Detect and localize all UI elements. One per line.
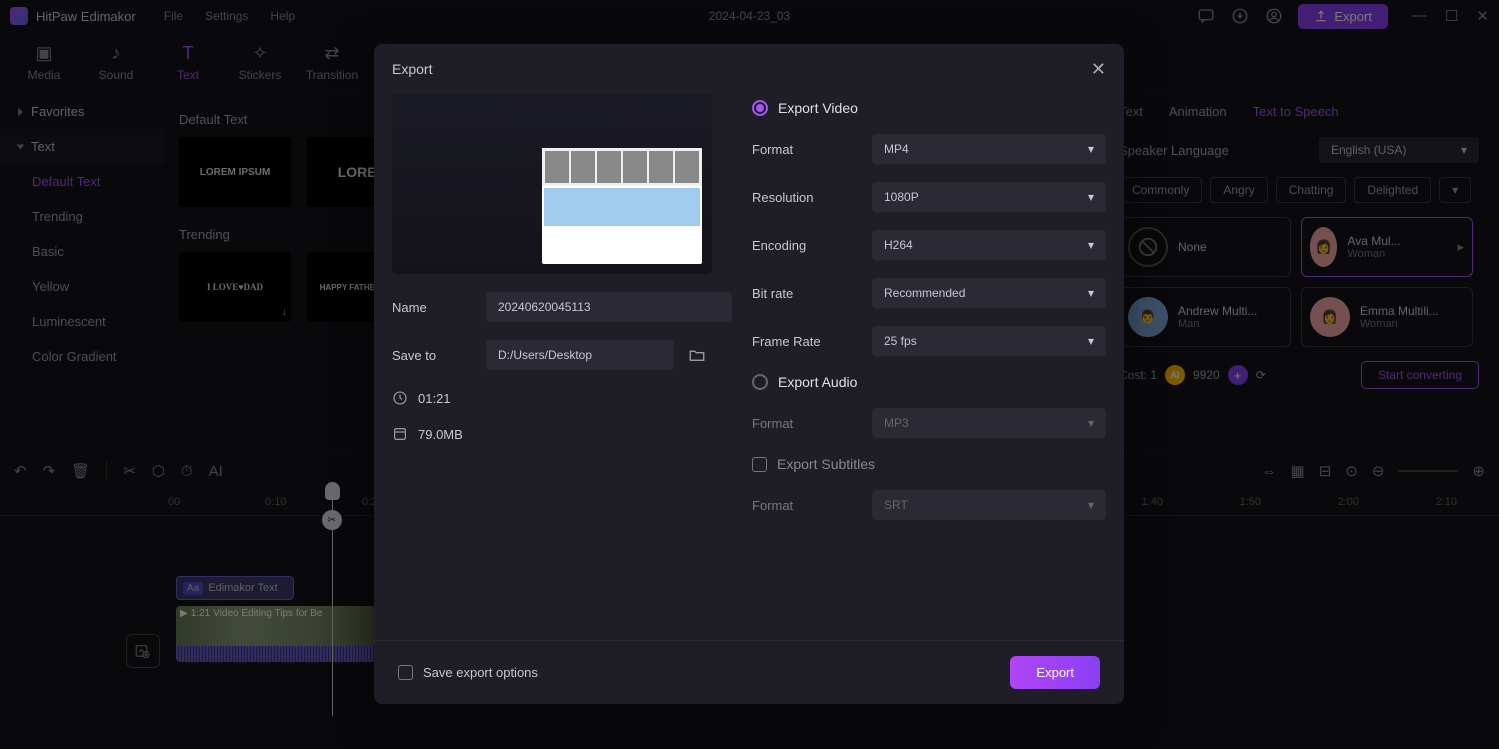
audio-format-label: Format <box>752 416 872 431</box>
export-subtitles-checkbox[interactable]: Export Subtitles <box>752 456 1106 472</box>
save-export-options-checkbox[interactable]: Save export options <box>398 665 538 680</box>
format-label: Format <box>752 142 872 157</box>
resolution-select[interactable]: 1080P▾ <box>872 182 1106 212</box>
chevron-down-icon: ▾ <box>1088 416 1094 430</box>
radio-on-icon <box>752 100 768 116</box>
radio-off-icon <box>752 374 768 390</box>
export-audio-radio[interactable]: Export Audio <box>752 374 1106 390</box>
filesize-icon <box>392 426 408 442</box>
name-label: Name <box>392 300 472 315</box>
sub-format-select: SRT▾ <box>872 490 1106 520</box>
chevron-down-icon: ▾ <box>1088 190 1094 204</box>
export-video-radio[interactable]: Export Video <box>752 100 1106 116</box>
framerate-select[interactable]: 25 fps▾ <box>872 326 1106 356</box>
chevron-down-icon: ▾ <box>1088 238 1094 252</box>
encoding-label: Encoding <box>752 238 872 253</box>
export-confirm-button[interactable]: Export <box>1010 656 1100 689</box>
resolution-label: Resolution <box>752 190 872 205</box>
export-modal: Export ✕ Name 20240620045113 Save to D:/… <box>374 44 1124 704</box>
modal-title: Export <box>392 61 432 77</box>
checkbox-icon <box>752 457 767 472</box>
saveto-label: Save to <box>392 348 472 363</box>
filesize-value: 79.0MB <box>418 427 463 442</box>
saveto-input[interactable]: D:/Users/Desktop <box>486 340 674 370</box>
chevron-down-icon: ▾ <box>1088 334 1094 348</box>
audio-format-select: MP3▾ <box>872 408 1106 438</box>
chevron-down-icon: ▾ <box>1088 286 1094 300</box>
chevron-down-icon: ▾ <box>1088 498 1094 512</box>
encoding-select[interactable]: H264▾ <box>872 230 1106 260</box>
clock-icon <box>392 390 408 406</box>
export-preview <box>392 94 712 274</box>
modal-close-icon[interactable]: ✕ <box>1091 59 1106 80</box>
video-format-select[interactable]: MP4▾ <box>872 134 1106 164</box>
bitrate-select[interactable]: Recommended▾ <box>872 278 1106 308</box>
folder-browse-icon[interactable] <box>688 346 706 364</box>
sub-format-label: Format <box>752 498 872 513</box>
bitrate-label: Bit rate <box>752 286 872 301</box>
chevron-down-icon: ▾ <box>1088 142 1094 156</box>
duration-value: 01:21 <box>418 391 451 406</box>
checkbox-icon <box>398 665 413 680</box>
name-input[interactable]: 20240620045113 <box>486 292 732 322</box>
framerate-label: Frame Rate <box>752 334 872 349</box>
